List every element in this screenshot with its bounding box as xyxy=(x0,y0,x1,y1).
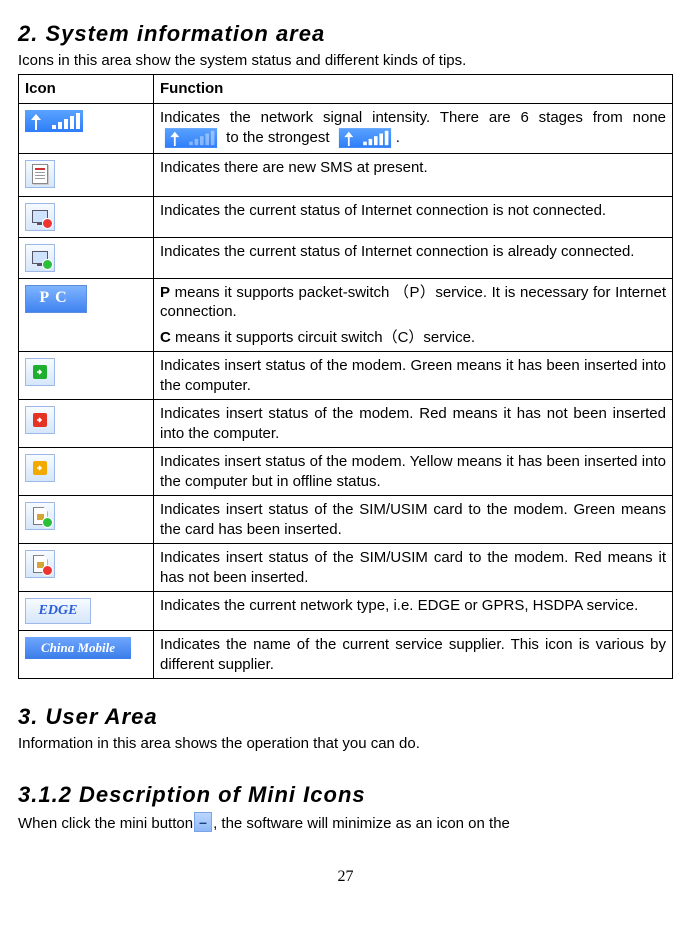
section312-text: When click the mini button–, the softwar… xyxy=(18,812,673,834)
row-desc: Indicates the current network type, i.e.… xyxy=(154,592,673,631)
row-desc: Indicates insert status of the modem. Gr… xyxy=(154,352,673,400)
section312-title: 3.1.2 Description of Mini Icons xyxy=(18,781,673,810)
service-supplier-icon: China Mobile xyxy=(25,637,131,659)
header-icon: Icon xyxy=(19,75,154,104)
row-desc: Indicates the network signal intensity. … xyxy=(154,103,673,154)
pc-service-icon: PC xyxy=(25,285,87,313)
sim-not-inserted-red-icon xyxy=(25,550,55,578)
section2-intro: Icons in this area show the system statu… xyxy=(18,51,673,71)
minimize-button-icon: – xyxy=(194,812,212,832)
table-row: Indicates the current status of Internet… xyxy=(19,237,673,278)
table-row: Indicates insert status of the modem. Gr… xyxy=(19,352,673,400)
row-desc: Indicates the name of the current servic… xyxy=(154,631,673,679)
signal-full-icon xyxy=(339,128,391,148)
sim-inserted-green-icon xyxy=(25,502,55,530)
icon-function-table: Icon Function Indicates the network sign… xyxy=(18,74,673,679)
row-desc: Indicates insert status of the SIM/USIM … xyxy=(154,544,673,592)
signal-strength-icon xyxy=(25,110,83,132)
table-row: EDGE Indicates the current network type,… xyxy=(19,592,673,631)
section3-title: 3. User Area xyxy=(18,703,673,732)
row-desc: P means it supports packet-switch （P）ser… xyxy=(154,278,673,352)
table-row: Indicates insert status of the modem. Re… xyxy=(19,400,673,448)
page-number: 27 xyxy=(18,867,673,888)
signal-none-icon xyxy=(165,128,217,148)
table-row: Indicates there are new SMS at present. xyxy=(19,154,673,197)
table-row: China Mobile Indicates the name of the c… xyxy=(19,631,673,679)
table-row: Indicates insert status of the modem. Ye… xyxy=(19,448,673,496)
table-row: PC P means it supports packet-switch （P）… xyxy=(19,278,673,352)
row-desc: Indicates insert status of the SIM/USIM … xyxy=(154,496,673,544)
header-function: Function xyxy=(154,75,673,104)
modem-inserted-green-icon xyxy=(25,358,55,386)
modem-offline-yellow-icon xyxy=(25,454,55,482)
table-row: Indicates insert status of the SIM/USIM … xyxy=(19,544,673,592)
table-header-row: Icon Function xyxy=(19,75,673,104)
table-row: Indicates insert status of the SIM/USIM … xyxy=(19,496,673,544)
internet-disconnected-icon xyxy=(25,203,55,231)
section2-title: 2. System information area xyxy=(18,20,673,49)
new-sms-icon xyxy=(25,160,55,188)
row-desc: Indicates insert status of the modem. Re… xyxy=(154,400,673,448)
network-type-icon: EDGE xyxy=(25,598,91,624)
row-desc: Indicates insert status of the modem. Ye… xyxy=(154,448,673,496)
internet-connected-icon xyxy=(25,244,55,272)
section3-intro: Information in this area shows the opera… xyxy=(18,734,673,754)
row-desc: Indicates the current status of Internet… xyxy=(154,237,673,278)
row-desc: Indicates the current status of Internet… xyxy=(154,196,673,237)
modem-not-inserted-red-icon xyxy=(25,406,55,434)
table-row: Indicates the network signal intensity. … xyxy=(19,103,673,154)
row-desc: Indicates there are new SMS at present. xyxy=(154,154,673,197)
table-row: Indicates the current status of Internet… xyxy=(19,196,673,237)
